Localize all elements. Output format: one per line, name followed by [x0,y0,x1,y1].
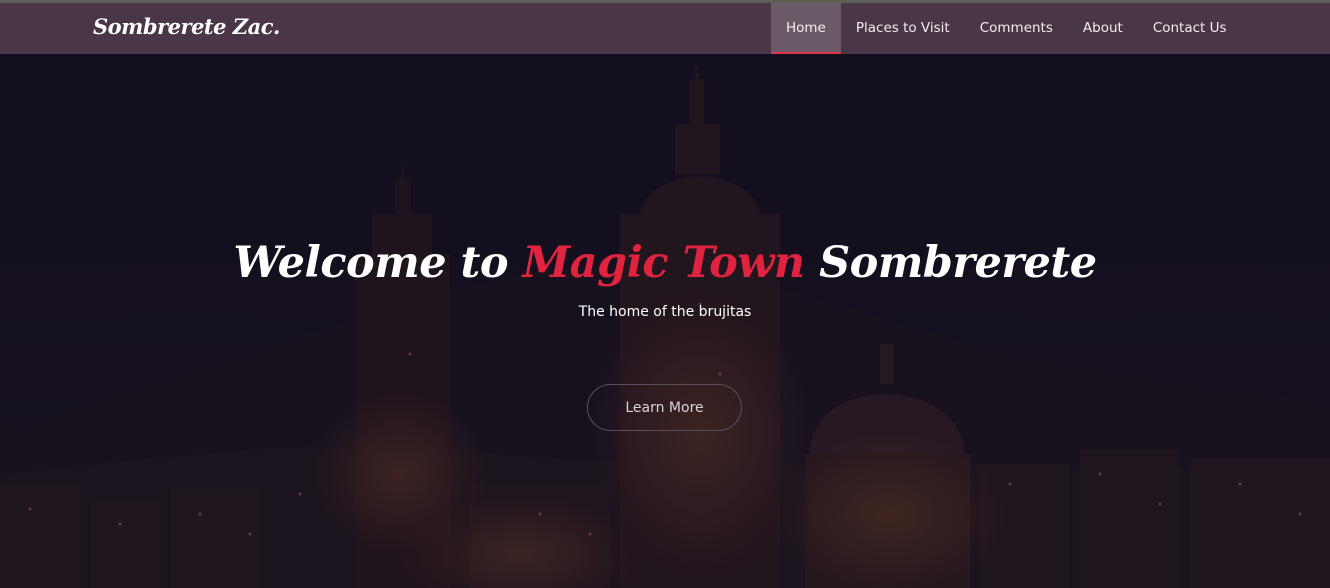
hero-subtitle: The home of the brujitas [578,304,752,320]
nav-item-comments[interactable]: Comments [965,3,1068,54]
nav-item-about[interactable]: About [1068,3,1138,54]
hero-title: Welcome to Magic Town Sombrerete [0,238,1330,288]
nav-item-home[interactable]: Home [771,3,841,54]
hero-background-image [0,54,1330,588]
hero-title-start: Welcome to [233,238,523,288]
navbar: Sombrerete Zac. Home Places to Visit Com… [0,3,1330,54]
hero-title-accent: Magic Town [522,238,806,288]
hero-section: Welcome to Magic Town Sombrerete The hom… [0,54,1330,588]
learn-more-button[interactable]: Learn More [587,384,742,431]
nav-item-places-to-visit[interactable]: Places to Visit [841,3,965,54]
brand-logo[interactable]: Sombrerete Zac. [93,14,280,39]
nav-item-contact-us[interactable]: Contact Us [1138,3,1242,54]
hero-title-end: Sombrerete [804,238,1097,288]
main-nav: Home Places to Visit Comments About Cont… [771,3,1242,54]
